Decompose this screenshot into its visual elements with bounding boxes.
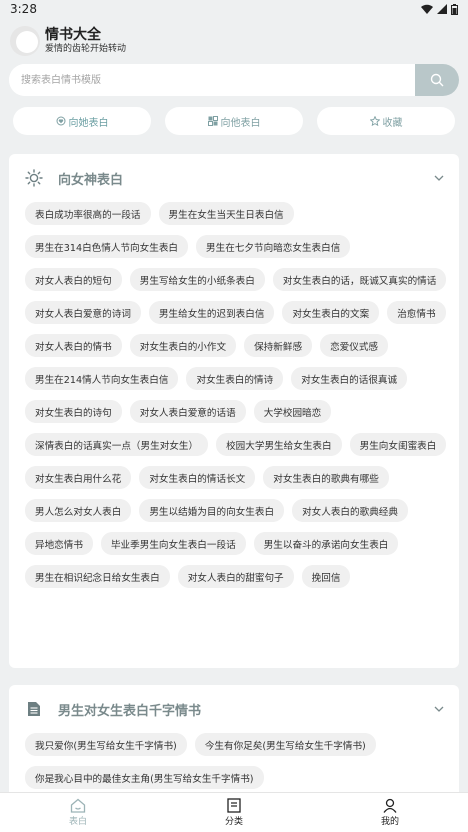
topic-chip[interactable]: 对女人表白的歌典经典	[292, 499, 408, 522]
document-icon	[28, 702, 40, 716]
search-icon	[430, 73, 444, 87]
search-input[interactable]	[9, 64, 415, 96]
topic-chip[interactable]: 对女生表白用什么花	[25, 466, 132, 489]
topic-chip[interactable]: 表白成功率很高的一段话	[25, 202, 151, 225]
section-love-letters: 男生对女生表白千字情书 我只爱你(男生写给女生千字情书) 今生有你足矣(男生写给女…	[9, 685, 459, 800]
topic-chip[interactable]: 大学校园暗恋	[253, 400, 332, 423]
chevron-down-icon[interactable]	[434, 175, 444, 181]
sun-icon	[25, 169, 43, 187]
topic-chip[interactable]: 男人怎么对女人表白	[25, 499, 132, 522]
nav-confess[interactable]: 表白	[0, 793, 156, 832]
search-bar	[9, 64, 459, 96]
section-header[interactable]: 向女神表白	[9, 154, 459, 202]
topic-chip[interactable]: 异地恋情书	[25, 532, 93, 555]
signal-icon	[437, 4, 447, 14]
topic-chip[interactable]: 男生在女生当天生日表白信	[158, 202, 294, 225]
section-title: 男生对女生表白千字情书	[58, 703, 202, 719]
bottom-navigation: 表白 分类 我的	[0, 792, 468, 832]
section-title: 向女神表白	[58, 172, 124, 188]
list-icon	[227, 798, 241, 813]
topic-chip[interactable]: 对女生表白的话很真诚	[291, 367, 408, 390]
topic-chip[interactable]: 男生在七夕节向暗恋女生表白信	[196, 235, 351, 258]
topic-chip[interactable]: 对女生表白的小作文	[129, 334, 237, 357]
topic-chip[interactable]: 深情表白的话真实一点（男生对女生）	[25, 433, 209, 456]
grid-icon	[207, 116, 218, 126]
heart-icon	[56, 116, 65, 126]
topic-chip[interactable]: 对女人表白爱意的话语	[129, 400, 246, 423]
topic-chip[interactable]: 对女生表白的诗句	[25, 400, 122, 423]
topic-chip[interactable]: 男生在314白色情人节向女生表白	[25, 235, 189, 258]
status-bar: 3:28	[0, 0, 468, 18]
topic-chip[interactable]: 毕业季男生向女生表白一段话	[100, 532, 246, 555]
search-button[interactable]	[415, 64, 459, 96]
topic-chip[interactable]: 今生有你足矣(男生写给女生千字情书)	[194, 733, 376, 756]
home-icon	[70, 798, 86, 813]
topic-chip[interactable]: 对女生表白的情话长文	[139, 466, 256, 489]
topic-chip[interactable]: 对女人表白爱意的诗词	[25, 301, 141, 324]
tab-to-her[interactable]: 向她表白	[13, 107, 151, 135]
topic-chip[interactable]: 男生以奋斗的承诺向女生表白	[253, 532, 399, 555]
app-header: 情书大全 爱情的齿轮开始转动	[0, 18, 468, 58]
topic-chip[interactable]: 男生在相识纪念日给女生表白	[25, 565, 170, 588]
tab-favorites[interactable]: 收藏	[317, 107, 455, 135]
topic-chip[interactable]: 男生在214情人节向女生表白信	[25, 367, 179, 390]
topic-chip[interactable]: 校园大学男生给女生表白	[216, 433, 342, 456]
topic-chip[interactable]: 保持新鲜感	[244, 334, 313, 357]
topic-chip[interactable]: 对女人表白的甜蜜句子	[177, 565, 294, 588]
topic-chip[interactable]: 恋爱仪式感	[320, 334, 389, 357]
topic-chip[interactable]: 你是我心目中的最佳女主角(男生写给女生千字情书)	[25, 766, 264, 789]
status-time: 3:28	[10, 2, 37, 16]
topic-chip[interactable]: 男生向女闺蜜表白	[349, 433, 447, 456]
chevron-down-icon[interactable]	[434, 706, 444, 712]
nav-profile[interactable]: 我的	[312, 793, 468, 832]
nav-category[interactable]: 分类	[156, 793, 312, 832]
chip-list: 表白成功率很高的一段话 男生在女生当天生日表白信 男生在314白色情人节向女生表白男…	[9, 202, 459, 588]
topic-chip[interactable]: 对女生表白的文案	[282, 301, 380, 324]
app-logo	[10, 26, 40, 56]
topic-chip[interactable]: 男生以结婚为目的向女生表白	[139, 499, 285, 522]
topic-chip[interactable]: 挽回信	[301, 565, 351, 588]
category-tabs: 向她表白 向他表白 收藏	[0, 107, 468, 135]
chip-list: 我只爱你(男生写给女生千字情书) 今生有你足矣(男生写给女生千字情书) 你是我心目中…	[9, 733, 459, 789]
section-header[interactable]: 男生对女生表白千字情书	[9, 685, 459, 733]
topic-chip[interactable]: 治愈情书	[387, 301, 446, 324]
topic-chip[interactable]: 我只爱你(男生写给女生千字情书)	[25, 733, 187, 756]
section-to-goddess: 向女神表白 表白成功率很高的一段话 男生在女生当天生日表白信男生在314白色情人节…	[9, 154, 459, 668]
app-subtitle: 爱情的齿轮开始转动	[45, 44, 127, 54]
wifi-icon	[421, 4, 433, 14]
star-icon	[369, 116, 380, 126]
person-icon	[383, 798, 397, 813]
topic-chip[interactable]: 男生写给女生的小纸条表白	[129, 268, 265, 291]
topic-chip[interactable]: 对女生表白的情诗	[186, 367, 284, 390]
battery-icon	[451, 3, 458, 15]
topic-chip[interactable]: 男生给女生的迟到表白信	[148, 301, 275, 324]
app-title: 情书大全	[45, 27, 101, 43]
topic-chip[interactable]: 对女生表白的歌典有哪些	[263, 466, 389, 489]
topic-chip[interactable]: 对女生表白的话，既诚又真实的情话	[272, 268, 447, 291]
tab-to-him[interactable]: 向他表白	[165, 107, 303, 135]
topic-chip[interactable]: 对女人表白的情书	[25, 334, 122, 357]
topic-chip[interactable]: 对女人表白的短句	[25, 268, 122, 291]
